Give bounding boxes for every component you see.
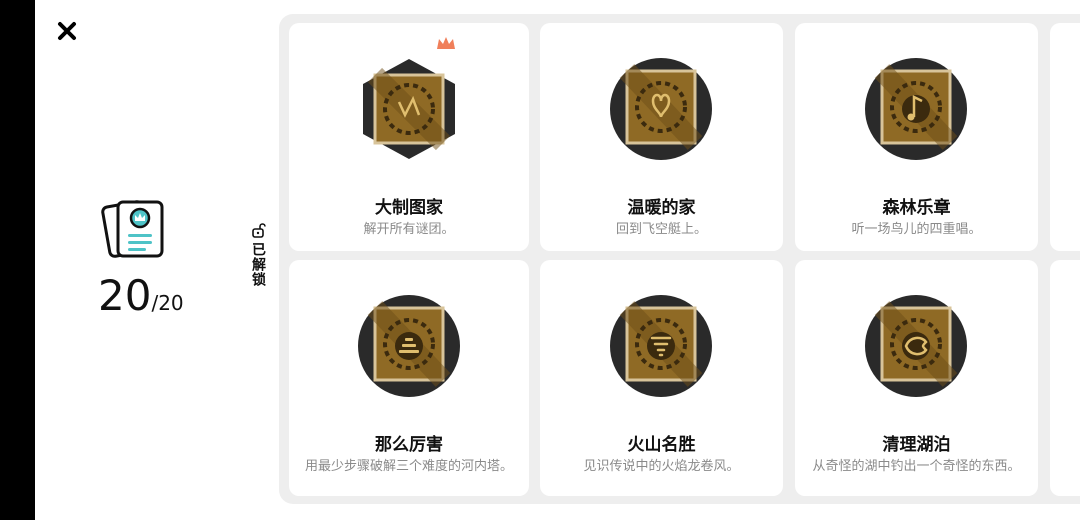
achievement-title: 大制图家 <box>375 198 443 218</box>
unlocked-label: 已解锁 <box>250 242 266 287</box>
achievement-card-partial[interactable] <box>1050 23 1080 251</box>
achievement-card[interactable]: 那么厉害 用最少步骤破解三个难度的河内塔。 <box>289 260 529 496</box>
achievement-title: 森林乐章 <box>882 198 951 218</box>
achievement-desc: 用最少步骤破解三个难度的河内塔。 <box>304 459 513 474</box>
achievement-title: 清理湖泊 <box>882 435 951 455</box>
achievement-title: 温暖的家 <box>627 198 696 218</box>
unlocked-filter-tab[interactable]: 已解锁 <box>244 222 272 302</box>
crown-icon <box>437 37 455 49</box>
note-badge-icon <box>865 58 967 160</box>
achievement-desc: 见识传说中的火焰龙卷风。 <box>583 459 740 474</box>
achievement-grid[interactable]: 大制图家 解开所有谜团。 温暖的家 回到飞空艇上。 森林乐章 听一场鸟儿的四重唱… <box>279 14 1080 504</box>
achievement-card[interactable]: 清理湖泊 从奇怪的湖中钓出一个奇怪的东西。 <box>795 260 1038 496</box>
achievement-card[interactable]: 温暖的家 回到飞空艇上。 <box>540 23 783 251</box>
achievement-desc: 解开所有谜团。 <box>363 222 455 237</box>
fish-badge-icon <box>865 295 967 397</box>
achievement-title: 火山名胜 <box>627 435 696 455</box>
close-button[interactable] <box>52 16 82 46</box>
tornado-badge-icon <box>610 295 712 397</box>
unlock-counter: 20/20 <box>98 272 198 320</box>
tower-badge-icon <box>358 295 460 397</box>
left-screen-edge <box>0 0 35 520</box>
achievement-card[interactable]: 大制图家 解开所有谜团。 <box>289 23 529 251</box>
unlock-icon <box>252 223 266 238</box>
map-badge-icon <box>363 59 455 159</box>
achievement-desc: 听一场鸟儿的四重唱。 <box>851 222 982 237</box>
achievement-card[interactable]: 森林乐章 听一场鸟儿的四重唱。 <box>795 23 1038 251</box>
achievement-book-icon <box>100 196 170 266</box>
close-icon <box>58 22 76 40</box>
home-badge-icon <box>610 58 712 160</box>
achievement-card[interactable]: 火山名胜 见识传说中的火焰龙卷风。 <box>540 260 783 496</box>
achievement-title: 那么厉害 <box>375 435 443 455</box>
achievement-card-partial[interactable] <box>1050 260 1080 496</box>
achievement-desc: 回到飞空艇上。 <box>615 222 707 237</box>
unlocked-count: 20 <box>98 271 152 320</box>
total-count: /20 <box>151 291 184 315</box>
achievement-desc: 从奇怪的湖中钓出一个奇怪的东西。 <box>812 459 1021 474</box>
